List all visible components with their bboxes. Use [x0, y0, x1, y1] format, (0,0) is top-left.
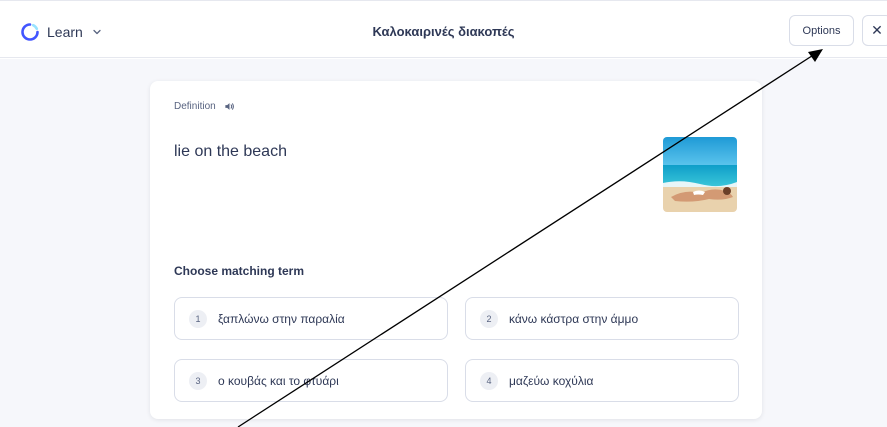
option-number: 2 — [480, 309, 498, 328]
beach-sunbathing-image[interactable] — [663, 137, 737, 212]
answer-option-3[interactable]: 3 ο κουβάς και το φτυάρι — [174, 359, 448, 402]
option-number: 1 — [189, 309, 207, 328]
option-number: 4 — [480, 371, 498, 390]
question-card: Definition lie on the beach Choose match… — [150, 81, 762, 419]
page-title: Καλοκαιρινές διακοπές — [372, 24, 515, 39]
definition-text: lie on the beach — [174, 143, 287, 160]
option-text: ο κουβάς και το φτυάρι — [218, 373, 339, 388]
answer-option-4[interactable]: 4 μαζεύω κοχύλια — [465, 359, 739, 402]
definition-label: Definition — [174, 101, 216, 112]
option-number: 3 — [189, 371, 207, 390]
options-button[interactable]: Options — [789, 15, 854, 46]
speaker-icon[interactable] — [224, 101, 235, 112]
top-bar: Learn Καλοκαιρινές διακοπές Options ✕ — [0, 0, 887, 58]
definition-header: Definition — [174, 101, 235, 112]
study-area: Definition lie on the beach Choose match… — [0, 59, 887, 427]
answer-option-1[interactable]: 1 ξαπλώνω στην παραλία — [174, 297, 448, 340]
option-text: ξαπλώνω στην παραλία — [218, 311, 345, 326]
option-text: κάνω κάστρα στην άμμο — [509, 311, 639, 326]
choose-term-label: Choose matching term — [174, 264, 305, 278]
answer-option-2[interactable]: 2 κάνω κάστρα στην άμμο — [465, 297, 739, 340]
option-text: μαζεύω κοχύλια — [509, 373, 594, 388]
close-button[interactable]: ✕ — [862, 15, 887, 46]
